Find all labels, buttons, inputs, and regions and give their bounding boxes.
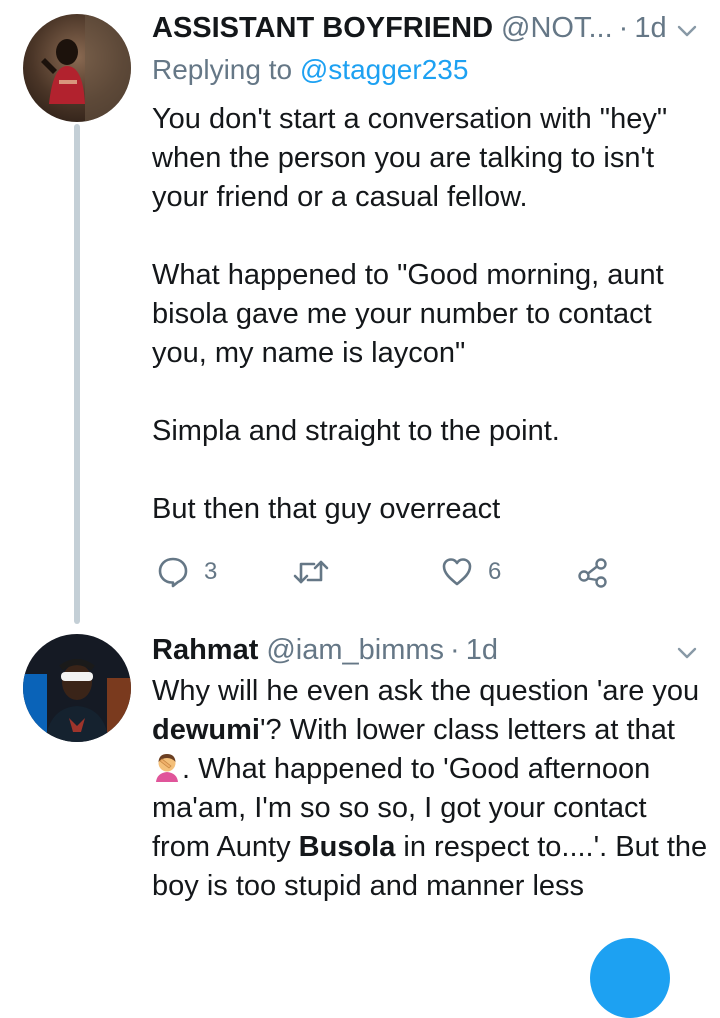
- reply-button[interactable]: 3: [156, 552, 217, 592]
- tweet-paragraph: What happened to "Good morning, aunt bis…: [152, 259, 664, 369]
- share-button[interactable]: [576, 552, 610, 592]
- user-handle[interactable]: @iam_bimms: [266, 630, 444, 670]
- avatar[interactable]: [23, 634, 131, 742]
- reply-icon: [158, 557, 188, 588]
- tweet-text-part: Why will he even ask the question 'are y…: [152, 675, 700, 707]
- user-handle[interactable]: @NOT...: [501, 8, 613, 48]
- heart-icon: [442, 558, 472, 586]
- tweet-text: Why will he even ask the question 'are y…: [152, 672, 712, 906]
- like-count: 6: [488, 558, 502, 585]
- separator-dot: ·: [450, 634, 460, 666]
- display-name[interactable]: ASSISTANT BOYFRIEND: [152, 8, 493, 48]
- separator-dot: ·: [618, 12, 629, 44]
- retweet-button[interactable]: [292, 552, 344, 592]
- reply-count: 3: [204, 558, 218, 585]
- face-palm-emoji: [156, 754, 178, 782]
- replying-to: Replying to @stagger235: [152, 50, 468, 90]
- share-icon: [578, 558, 607, 588]
- retweet-icon: [293, 560, 329, 584]
- tweet-paragraph: But then that guy overreact: [152, 493, 501, 525]
- tweet-actions: 3 6: [152, 552, 632, 592]
- tweet-1[interactable]: ASSISTANT BOYFRIEND @NOT... · 1d Replyin…: [0, 0, 720, 630]
- tweet-header: ASSISTANT BOYFRIEND @NOT... · 1d: [152, 8, 696, 48]
- timestamp[interactable]: 1d: [634, 8, 666, 48]
- chevron-down-icon[interactable]: [676, 642, 698, 664]
- tweet-paragraph: You don't start a conversation with "hey…: [152, 103, 668, 213]
- chevron-down-icon[interactable]: [676, 20, 698, 42]
- tweet-paragraph: Simpla and straight to the point.: [152, 415, 560, 447]
- bold-word: dewumi: [152, 714, 260, 746]
- mention-link[interactable]: @stagger235: [300, 54, 469, 85]
- avatar[interactable]: [23, 14, 131, 122]
- bold-word: Busola: [298, 831, 396, 863]
- tweet-text-part: '? With lower class letters at that: [259, 714, 675, 746]
- tweet-text: You don't start a conversation with "hey…: [152, 100, 712, 529]
- tweet-header: Rahmat @iam_bimms · 1d: [152, 630, 696, 670]
- display-name[interactable]: Rahmat: [152, 630, 258, 670]
- like-button[interactable]: 6: [440, 552, 501, 592]
- timestamp[interactable]: 1d: [466, 630, 498, 670]
- compose-button[interactable]: [590, 938, 670, 1018]
- tweet-2[interactable]: Rahmat @iam_bimms · 1d Why will he even …: [0, 630, 720, 950]
- thread-line: [74, 124, 80, 624]
- replying-to-label: Replying to: [152, 54, 293, 85]
